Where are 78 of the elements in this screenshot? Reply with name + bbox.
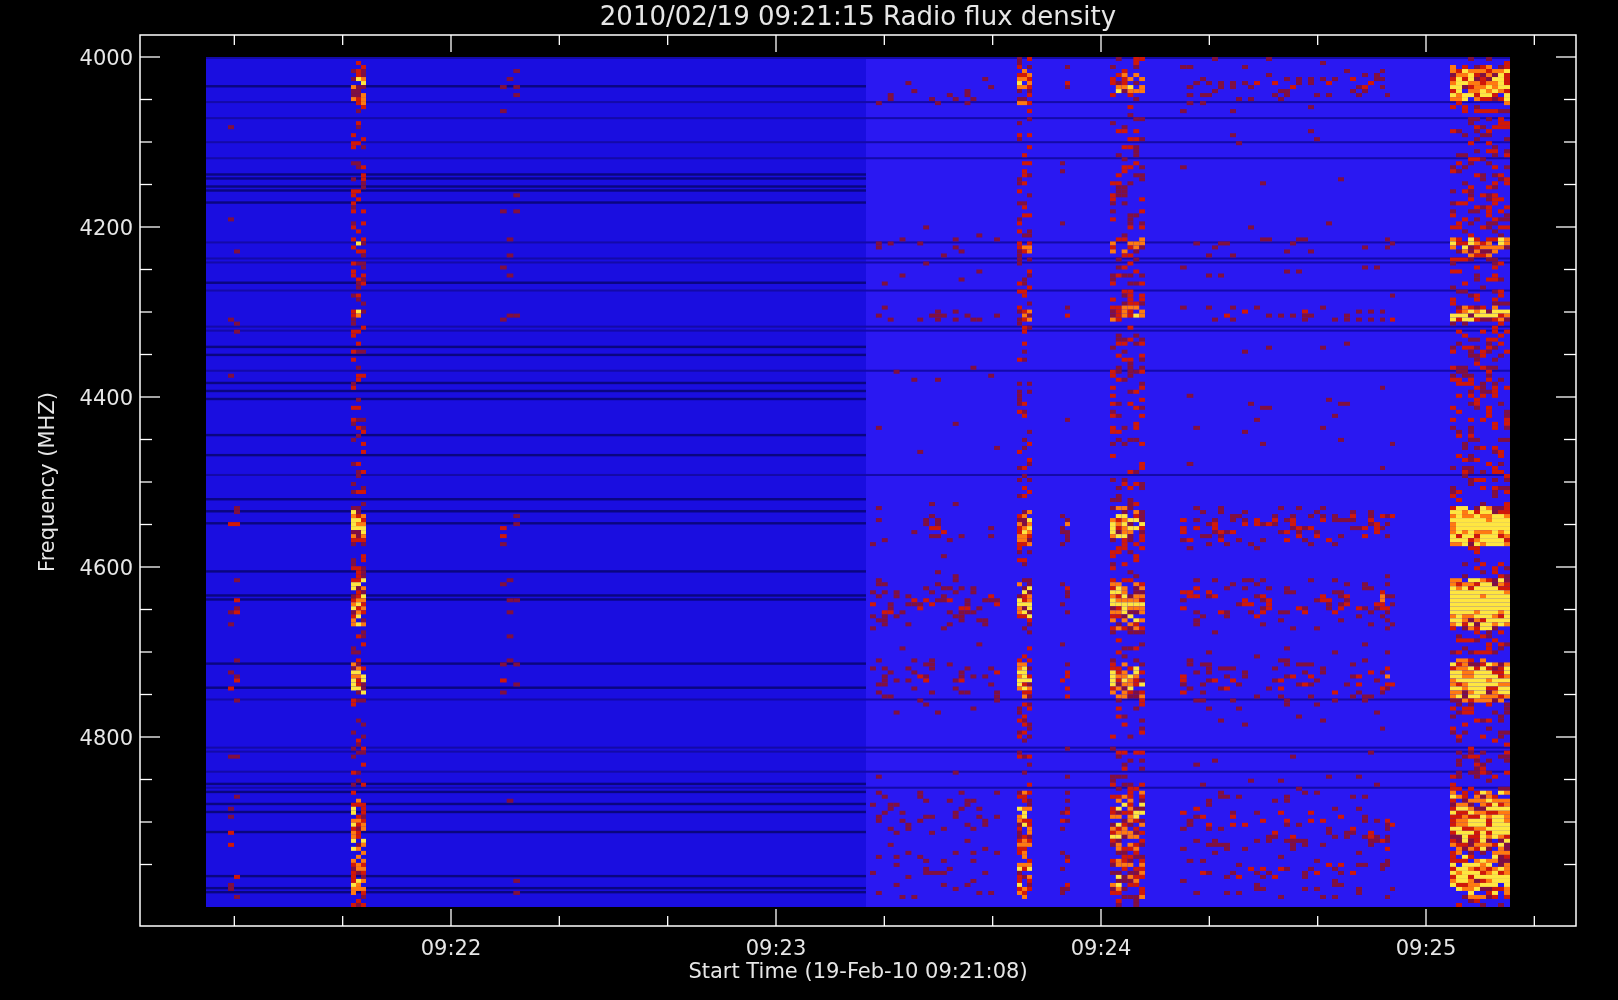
- tick-mark: [342, 915, 344, 927]
- tick-mark: [1317, 915, 1319, 927]
- tick-mark: [1555, 736, 1577, 738]
- tick-mark: [1563, 693, 1577, 696]
- tick-mark: [1563, 778, 1577, 781]
- tick-mark: [1533, 34, 1535, 46]
- tick-mark: [992, 915, 994, 927]
- tick-mark: [139, 268, 153, 271]
- tick-mark: [1563, 311, 1577, 313]
- tick-mark: [1555, 56, 1577, 58]
- tick-mark: [139, 821, 153, 823]
- tick-mark: [558, 34, 560, 46]
- tick-mark: [1563, 821, 1577, 823]
- tick-mark: [1563, 651, 1577, 653]
- tick-mark: [139, 183, 153, 186]
- tick-mark: [1563, 523, 1577, 526]
- tick-mark: [450, 34, 452, 53]
- tick-mark: [1533, 915, 1535, 927]
- tick-mark: [139, 566, 161, 568]
- tick-mark: [1563, 863, 1577, 866]
- tick-mark: [775, 908, 777, 927]
- tick-mark: [1208, 34, 1210, 46]
- y-axis-label: Frequency (MHZ): [35, 392, 59, 572]
- tick-mark: [1100, 908, 1102, 927]
- tick-mark: [1563, 481, 1577, 483]
- tick-mark: [1555, 226, 1577, 228]
- x-tick-label: 09:23: [745, 936, 807, 960]
- tick-mark: [233, 34, 235, 46]
- tick-mark: [342, 34, 344, 46]
- tick-mark: [139, 651, 153, 653]
- tick-mark: [139, 523, 153, 526]
- tick-mark: [992, 34, 994, 46]
- tick-mark: [233, 915, 235, 927]
- x-axis-label: Start Time (19-Feb-10 09:21:08): [688, 959, 1028, 983]
- tick-mark: [883, 34, 885, 46]
- tick-mark: [139, 778, 153, 781]
- tick-mark: [450, 908, 452, 927]
- y-tick-label: 4000: [79, 46, 133, 70]
- tick-mark: [1563, 98, 1577, 101]
- tick-mark: [139, 396, 161, 398]
- y-tick-label: 4600: [79, 556, 133, 580]
- x-tick-label: 09:25: [1395, 936, 1457, 960]
- y-tick-label: 4200: [79, 216, 133, 240]
- tick-mark: [667, 915, 669, 927]
- tick-mark: [1425, 34, 1427, 53]
- tick-mark: [139, 141, 153, 143]
- y-tick-label: 4400: [79, 386, 133, 410]
- tick-mark: [1208, 915, 1210, 927]
- tick-mark: [139, 693, 153, 696]
- tick-mark: [775, 34, 777, 53]
- tick-mark: [139, 98, 153, 101]
- tick-mark: [1555, 396, 1577, 398]
- tick-mark: [1563, 608, 1577, 611]
- tick-mark: [139, 226, 161, 228]
- tick-mark: [1555, 566, 1577, 568]
- tick-mark: [1317, 34, 1319, 46]
- tick-mark: [667, 34, 669, 46]
- tick-mark: [1100, 34, 1102, 53]
- x-tick-label: 09:22: [420, 936, 482, 960]
- tick-mark: [1563, 183, 1577, 186]
- tick-mark: [1563, 268, 1577, 271]
- tick-mark: [139, 438, 153, 441]
- plot-title: 2010/02/19 09:21:15 Radio flux density: [599, 1, 1117, 31]
- tick-mark: [139, 311, 153, 313]
- tick-mark: [139, 56, 161, 58]
- x-tick-label: 09:24: [1070, 936, 1132, 960]
- tick-mark: [1563, 438, 1577, 441]
- tick-mark: [139, 481, 153, 483]
- tick-mark: [139, 863, 153, 866]
- tick-mark: [139, 608, 153, 611]
- tick-mark: [558, 915, 560, 927]
- tick-mark: [1425, 908, 1427, 927]
- tick-mark: [1563, 141, 1577, 143]
- tick-mark: [139, 353, 153, 356]
- y-tick-label: 4800: [79, 726, 133, 750]
- tick-mark: [1563, 353, 1577, 356]
- tick-mark: [883, 915, 885, 927]
- tick-mark: [139, 736, 161, 738]
